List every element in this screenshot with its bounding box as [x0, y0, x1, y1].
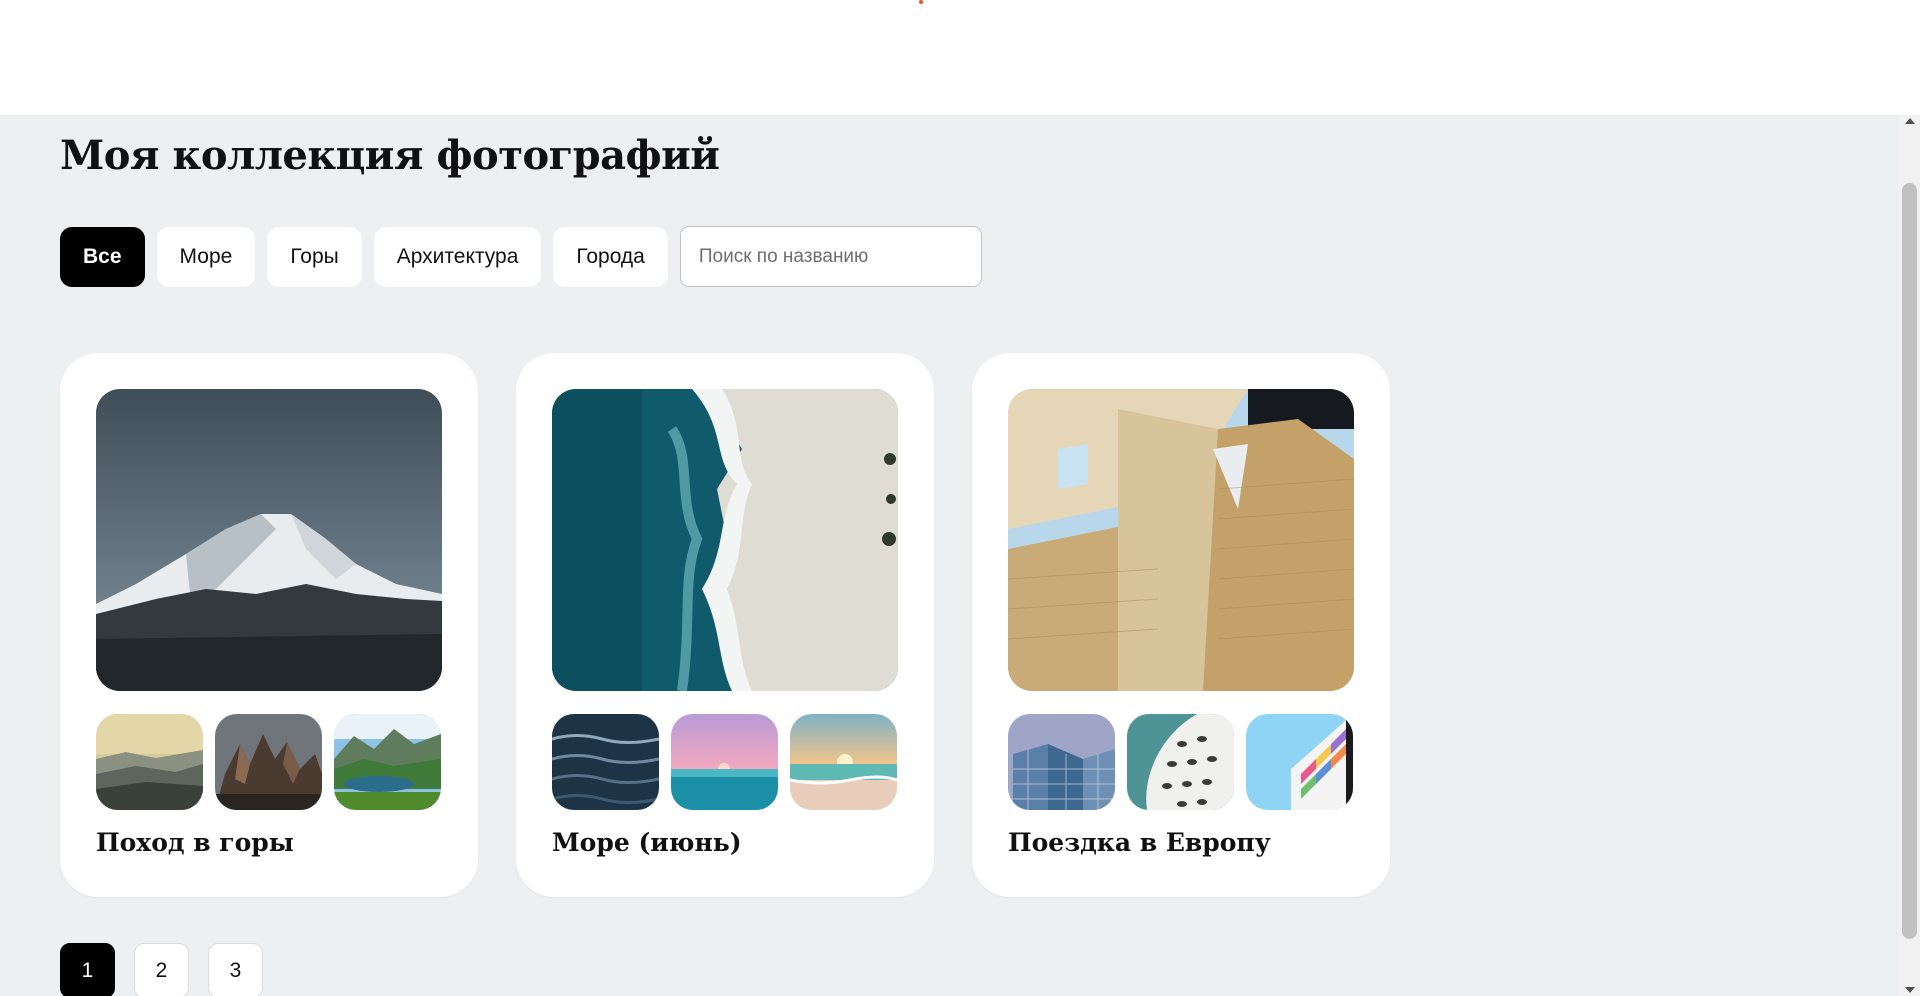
album-title: Поездка в Европу [1008, 828, 1271, 857]
filter-sea-button[interactable]: Море [156, 226, 256, 287]
thumbnail-image[interactable] [671, 714, 778, 810]
filter-mountains-button[interactable]: Горы [267, 226, 362, 287]
search-input[interactable] [679, 226, 982, 287]
vertical-scrollbar[interactable] [1899, 115, 1920, 996]
thumbnail-image[interactable] [334, 714, 441, 810]
scroll-up-arrow-icon[interactable] [1905, 118, 1915, 124]
thumbnail-image[interactable] [1127, 714, 1234, 810]
filter-cities-button[interactable]: Города [553, 226, 668, 287]
pagination: 1 2 3 [60, 943, 263, 996]
thumbnail-image[interactable] [790, 714, 897, 810]
filter-architecture-button[interactable]: Архитектура [373, 226, 542, 287]
album-title: Море (июнь) [552, 828, 742, 857]
album-cover-image[interactable] [96, 389, 442, 691]
album-card-europe[interactable]: Поездка в Европу [972, 353, 1390, 897]
thumbnail-image[interactable] [96, 714, 203, 810]
album-thumbnails [96, 714, 442, 810]
page-title: Моя коллекция фотографий [60, 132, 720, 179]
loading-indicator-dot [919, 0, 923, 4]
thumbnail-image[interactable] [1246, 714, 1353, 810]
page-button-2[interactable]: 2 [134, 943, 189, 996]
album-cover-image[interactable] [552, 389, 898, 691]
top-header-bar [0, 0, 1920, 115]
gallery-page: Моя коллекция фотографий Все Море Горы А… [0, 115, 1899, 996]
filter-all-button[interactable]: Все [60, 226, 145, 287]
scrollbar-thumb[interactable] [1902, 183, 1917, 939]
page-button-3[interactable]: 3 [208, 943, 263, 996]
thumbnail-image[interactable] [1008, 714, 1115, 810]
album-thumbnails [1008, 714, 1354, 810]
page-button-1[interactable]: 1 [60, 943, 115, 996]
album-thumbnails [552, 714, 898, 810]
album-card-mountains[interactable]: Поход в горы [60, 353, 478, 897]
album-card-sea[interactable]: Море (июнь) [516, 353, 934, 897]
album-title: Поход в горы [96, 828, 294, 857]
thumbnail-image[interactable] [552, 714, 659, 810]
scroll-down-arrow-icon[interactable] [1905, 987, 1915, 993]
filter-bar: Все Море Горы Архитектура Города [60, 226, 982, 287]
album-cover-image[interactable] [1008, 389, 1354, 691]
thumbnail-image[interactable] [215, 714, 322, 810]
album-grid: Поход в горы Море (июнь) Поездка в Европ… [60, 353, 1390, 897]
